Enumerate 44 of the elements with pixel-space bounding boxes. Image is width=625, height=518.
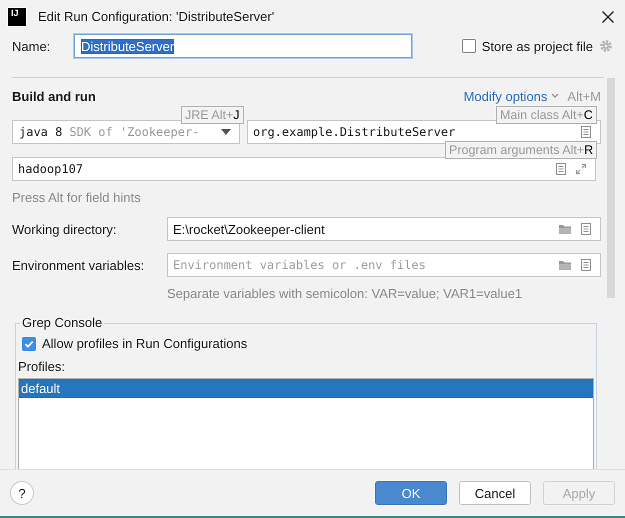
working-directory-field[interactable]: E:\rocket\Zookeeper-client bbox=[167, 217, 601, 241]
sdk-hint: SDK of 'Zookeeper- bbox=[69, 125, 200, 139]
document-icon[interactable] bbox=[580, 125, 592, 139]
checkbox-label: Allow profiles in Run Configurations bbox=[42, 336, 248, 351]
folder-icon[interactable] bbox=[558, 223, 572, 235]
scrollbar[interactable] bbox=[607, 78, 615, 298]
dropdown-arrow-icon[interactable] bbox=[221, 129, 231, 135]
document-icon[interactable] bbox=[580, 222, 592, 236]
profiles-label: Profiles: bbox=[18, 359, 66, 374]
gear-icon[interactable] bbox=[599, 39, 613, 53]
environment-variables-input[interactable]: Environment variables or .env files bbox=[173, 258, 550, 272]
shortcut-label: Alt+M bbox=[567, 88, 601, 104]
checkbox[interactable] bbox=[462, 39, 476, 53]
document-icon[interactable] bbox=[555, 162, 567, 176]
folder-icon[interactable] bbox=[558, 259, 572, 271]
main-class-field[interactable]: org.example.DistributeServer bbox=[247, 120, 601, 144]
hint-text: Press Alt for field hints bbox=[12, 190, 142, 205]
field-hint-tooltip: Program arguments Alt+R bbox=[445, 141, 598, 159]
expand-icon[interactable] bbox=[575, 163, 587, 175]
environment-variables-label: Environment variables: bbox=[12, 258, 146, 272]
jre-dropdown[interactable]: java 8 SDK of 'Zookeeper- bbox=[12, 120, 240, 144]
help-button[interactable]: ? bbox=[10, 481, 34, 505]
working-directory-label: Working directory: bbox=[12, 222, 118, 236]
close-icon[interactable] bbox=[601, 10, 615, 24]
document-icon[interactable] bbox=[580, 258, 592, 272]
chevron-down-icon[interactable] bbox=[551, 93, 560, 99]
window-title: Edit Run Configuration: 'DistributeServer' bbox=[38, 9, 276, 24]
app-logo: IJ bbox=[8, 8, 26, 26]
group-title: Grep Console bbox=[20, 315, 104, 330]
modify-options-link[interactable]: Modify options bbox=[464, 88, 548, 104]
name-label: Name: bbox=[12, 38, 52, 54]
field-hint-tooltip: Main class Alt+C bbox=[496, 106, 597, 124]
note-text: Separate variables with semicolon: VAR=value; VAR1=value1 bbox=[167, 286, 524, 301]
dialog-button[interactable]: Cancel bbox=[459, 481, 531, 505]
field-hint-tooltip: JRE Alt+J bbox=[181, 106, 244, 124]
checkbox[interactable] bbox=[22, 336, 36, 350]
name-field[interactable]: DistributeServer bbox=[74, 34, 412, 58]
name-value: DistributeServer bbox=[81, 38, 174, 54]
environment-variables-field[interactable]: Environment variables or .env files bbox=[167, 253, 601, 277]
program-arguments-field[interactable]: hadoop107 bbox=[12, 157, 596, 181]
dialog-button[interactable]: OK bbox=[375, 481, 447, 505]
list-item[interactable]: default bbox=[19, 379, 593, 398]
checkbox-label: Store as project file bbox=[482, 38, 593, 54]
section-title: Build and run bbox=[12, 88, 96, 104]
